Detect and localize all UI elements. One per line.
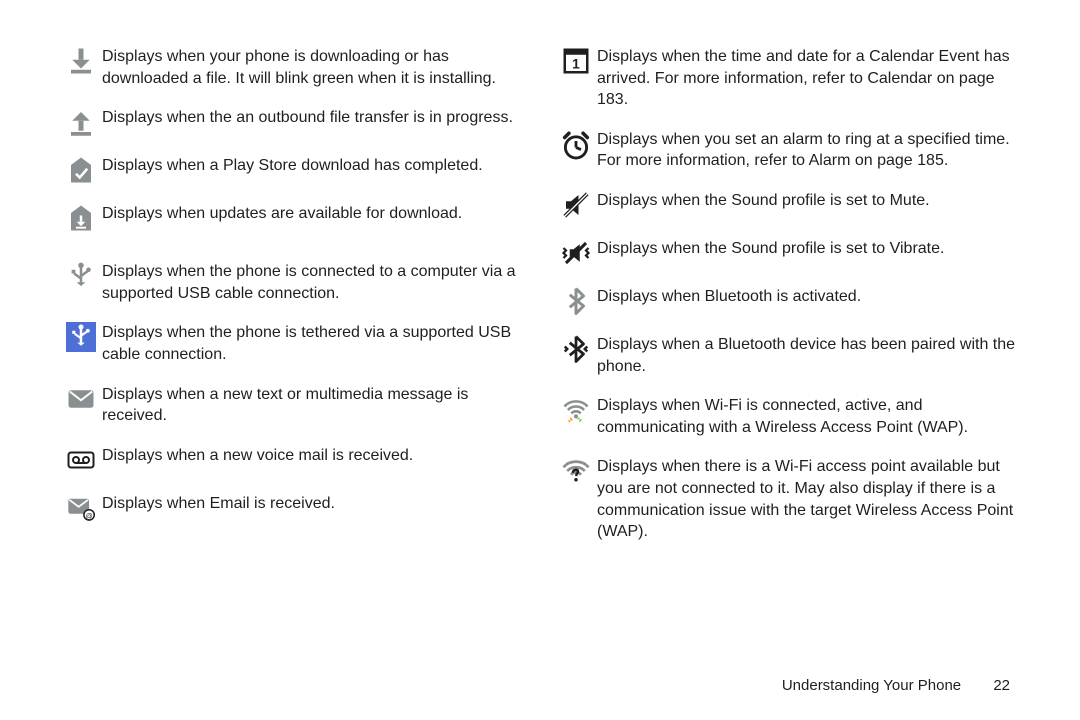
description-text: Displays when the time and date for a Ca… (597, 46, 1020, 111)
description-text: Displays when there is a Wi-Fi access po… (597, 456, 1020, 542)
description-text: Displays when Wi-Fi is connected, active… (597, 395, 1020, 438)
table-row: @ Displays when Email is received. (60, 493, 525, 523)
description-text: Displays when the Sound profile is set t… (597, 238, 1020, 260)
message-icon (60, 384, 102, 414)
table-row: 1 Displays when the time and date for a … (555, 46, 1020, 111)
table-row: Displays when Wi-Fi is connected, active… (555, 395, 1020, 438)
left-column: Displays when your phone is downloading … (60, 46, 525, 561)
table-row: Displays when a Play Store download has … (60, 155, 525, 185)
table-row: Displays when the Sound profile is set t… (555, 238, 1020, 268)
download-arrow-icon (60, 46, 102, 76)
table-row: Displays when there is a Wi-Fi access po… (555, 456, 1020, 542)
table-row: Displays when you set an alarm to ring a… (555, 129, 1020, 172)
svg-text:@: @ (86, 513, 93, 520)
description-text: Displays when a new text or multimedia m… (102, 384, 525, 427)
vibrate-icon (555, 238, 597, 268)
table-row: Displays when your phone is downloading … (60, 46, 525, 89)
description-text: Displays when the phone is tethered via … (102, 322, 525, 365)
right-column: 1 Displays when the time and date for a … (555, 46, 1020, 561)
check-bag-icon (60, 155, 102, 185)
description-text: Displays when your phone is downloading … (102, 46, 525, 89)
page-footer: Understanding Your Phone 22 (782, 677, 1010, 694)
table-row: Displays when Bluetooth is activated. (555, 286, 1020, 316)
table-row: Displays when a new voice mail is receiv… (60, 445, 525, 475)
description-text: Displays when you set an alarm to ring a… (597, 129, 1020, 172)
bluetooth-icon (555, 286, 597, 316)
description-text: Displays when the Sound profile is set t… (597, 190, 1020, 212)
section-title: Understanding Your Phone (782, 677, 961, 694)
svg-text:1: 1 (572, 57, 580, 72)
calendar-icon: 1 (555, 46, 597, 76)
table-row: Displays when the phone is connected to … (60, 261, 525, 304)
table-row: Displays when the an outbound file trans… (60, 107, 525, 137)
voicemail-icon (60, 445, 102, 475)
table-row: Displays when updates are available for … (60, 203, 525, 233)
description-text: Displays when a Bluetooth device has bee… (597, 334, 1020, 377)
description-text: Displays when updates are available for … (102, 203, 525, 225)
alarm-clock-icon (555, 129, 597, 163)
table-row: Displays when a new text or multimedia m… (60, 384, 525, 427)
description-text: Displays when the phone is connected to … (102, 261, 525, 304)
wifi-active-icon (555, 395, 597, 425)
bluetooth-paired-icon (555, 334, 597, 364)
upload-arrow-icon (60, 107, 102, 137)
description-text: Displays when the an outbound file trans… (102, 107, 525, 129)
description-text: Displays when a new voice mail is receiv… (102, 445, 525, 467)
description-text: Displays when Bluetooth is activated. (597, 286, 1020, 308)
usb-tether-icon (60, 322, 102, 352)
usb-icon (60, 261, 102, 291)
email-icon: @ (60, 493, 102, 523)
page-body: Displays when your phone is downloading … (0, 0, 1080, 561)
description-text: Displays when Email is received. (102, 493, 525, 515)
update-available-icon (60, 203, 102, 233)
table-row: Displays when the Sound profile is set t… (555, 190, 1020, 220)
description-text: Displays when a Play Store download has … (102, 155, 525, 177)
mute-icon (555, 190, 597, 220)
table-row: Displays when the phone is tethered via … (60, 322, 525, 365)
wifi-available-icon (555, 456, 597, 486)
table-row: Displays when a Bluetooth device has bee… (555, 334, 1020, 377)
page-number: 22 (993, 677, 1010, 694)
